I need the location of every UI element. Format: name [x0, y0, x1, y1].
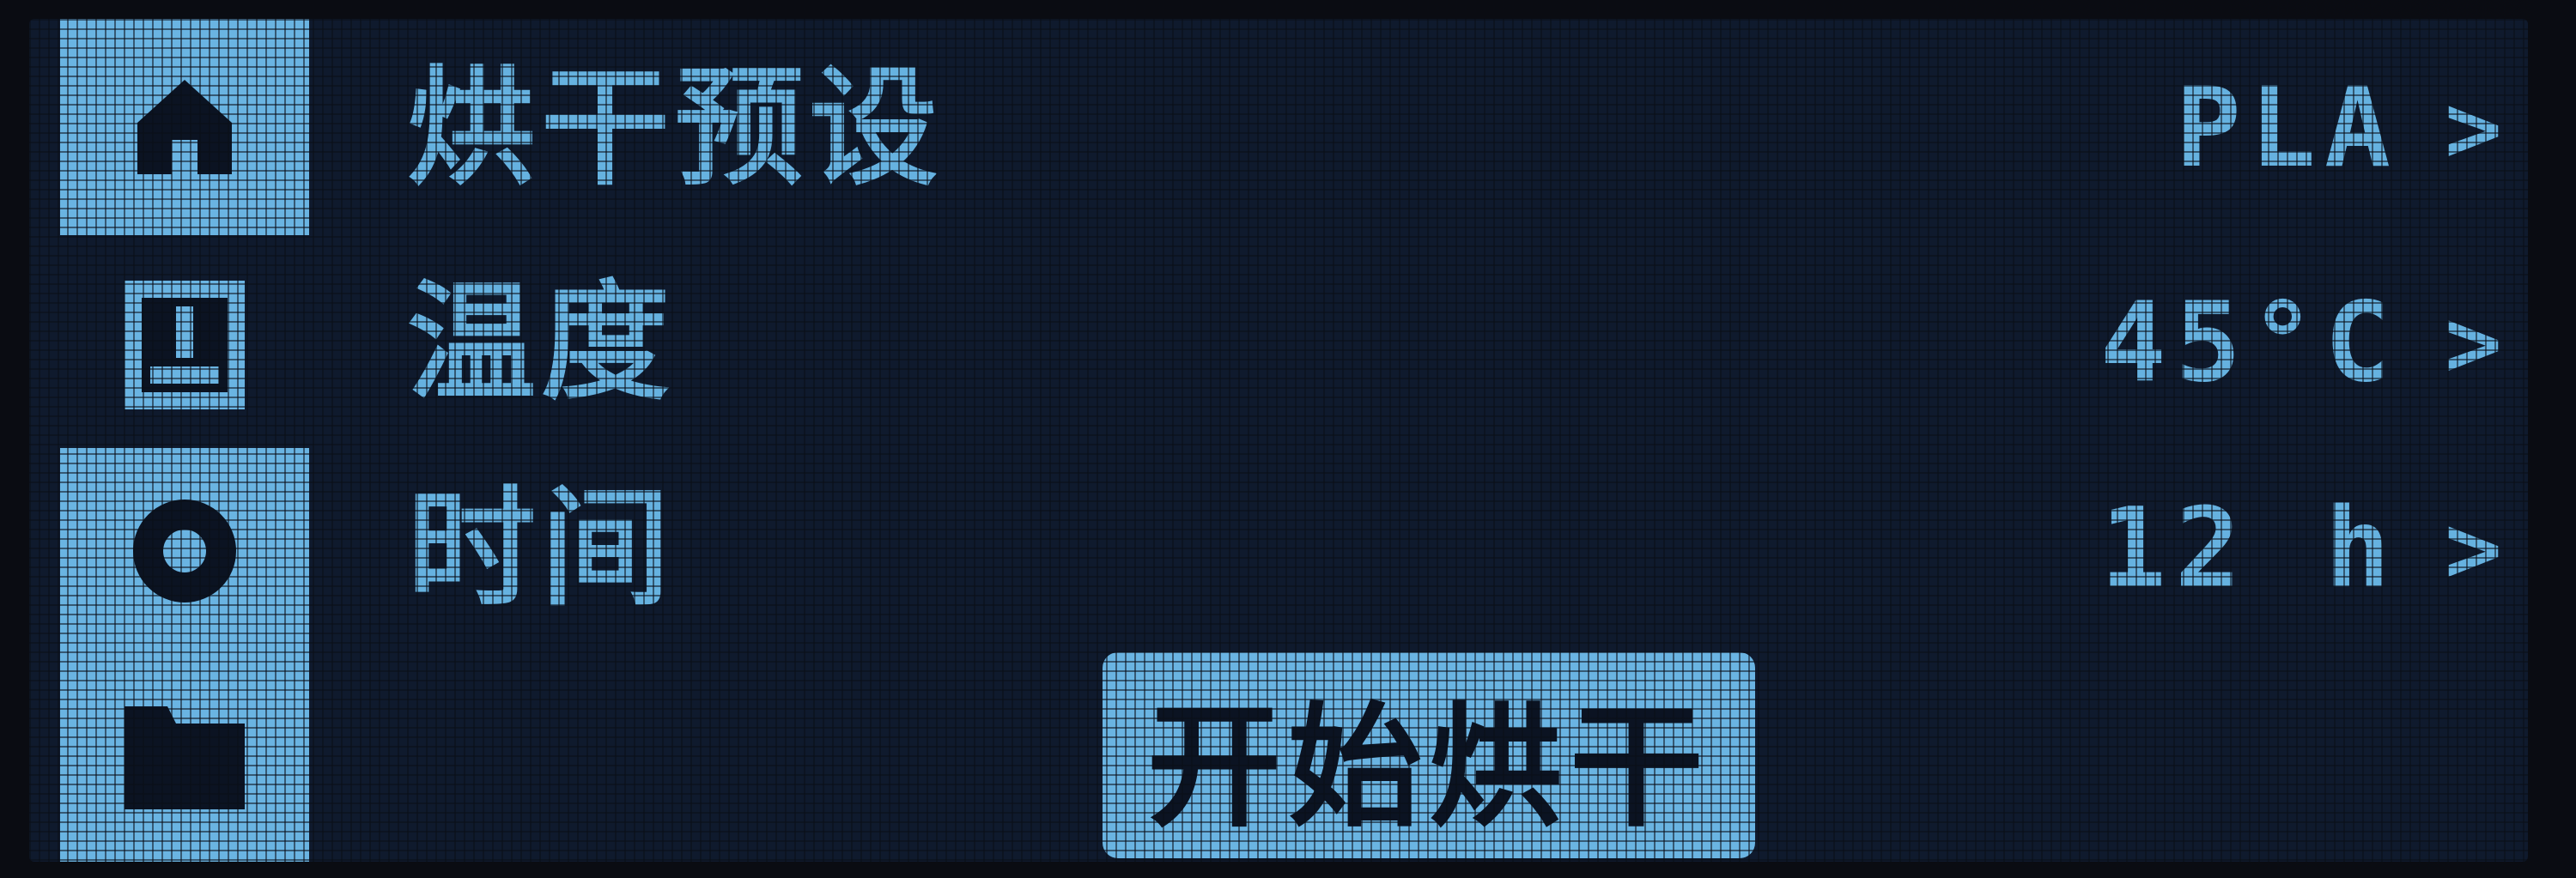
chevron-right-icon: > [2444, 73, 2502, 185]
sidebar [29, 19, 313, 862]
display-icon [125, 281, 245, 409]
sidebar-item-display[interactable] [60, 268, 309, 422]
settings-icon [133, 500, 236, 602]
start-drying-label: 开始烘干 [1147, 689, 1710, 845]
preset-label: 烘干预设 [407, 54, 944, 203]
chevron-right-icon: > [2444, 288, 2502, 399]
preset-value: PLA [2174, 64, 2399, 192]
time-label: 时间 [407, 475, 676, 624]
device-bezel: 烘干预设 PLA > 温度 45°C > 时间 12 h > 开始烘干 [0, 0, 2576, 878]
home-icon [137, 80, 232, 174]
time-value: 12 h [2099, 485, 2399, 613]
temperature-value: 45°C [2099, 279, 2399, 407]
temperature-label: 温度 [407, 269, 676, 418]
sidebar-item-home[interactable] [60, 19, 309, 235]
menu-row-preset[interactable]: 烘干预设 PLA > [364, 43, 2528, 215]
folder-icon [125, 706, 245, 809]
sidebar-item-settings[interactable] [60, 448, 309, 654]
menu-row-time[interactable]: 时间 12 h > [364, 463, 2528, 635]
lcd-screen: 烘干预设 PLA > 温度 45°C > 时间 12 h > 开始烘干 [29, 19, 2528, 862]
sidebar-item-folder[interactable] [60, 654, 309, 862]
start-drying-button[interactable]: 开始烘干 [1103, 652, 1755, 858]
menu-row-temperature[interactable]: 温度 45°C > [364, 257, 2528, 429]
chevron-right-icon: > [2444, 493, 2502, 605]
